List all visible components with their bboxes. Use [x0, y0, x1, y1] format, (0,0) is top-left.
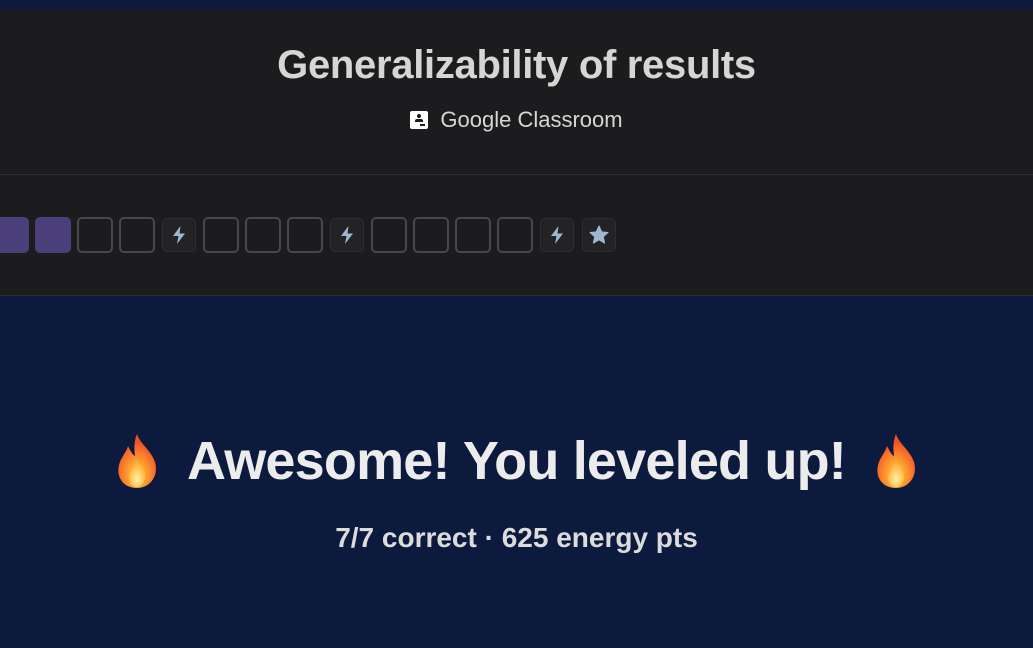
- progress-bar: [0, 175, 1033, 296]
- progress-cell-empty: [497, 217, 533, 253]
- progress-cell-empty: [287, 217, 323, 253]
- google-classroom-icon: [410, 111, 429, 129]
- progress-cell-mastery: [582, 218, 616, 252]
- star-icon: [589, 225, 609, 244]
- progress-cell-empty: [371, 217, 407, 253]
- fire-icon: [118, 434, 156, 488]
- progress-cell-complete: [0, 217, 29, 253]
- progress-cell-complete: [35, 217, 71, 253]
- google-classroom-link[interactable]: Google Classroom: [0, 107, 1033, 133]
- lightning-icon: [341, 226, 353, 244]
- result-panel: Awesome! You leveled up! 7/7 correct · 6…: [0, 296, 1033, 648]
- page-title: Generalizability of results: [277, 43, 756, 87]
- google-classroom-label: Google Classroom: [440, 107, 623, 132]
- progress-cell-energy: [330, 218, 364, 252]
- progress-cell-empty: [455, 217, 491, 253]
- progress-cell-empty: [203, 217, 239, 253]
- result-summary: 7/7 correct · 625 energy pts: [335, 522, 698, 553]
- progress-cell-empty: [413, 217, 449, 253]
- fire-icon: [877, 434, 915, 488]
- progress-cell-energy: [162, 218, 196, 252]
- lightning-icon: [551, 226, 563, 244]
- progress-cell-empty: [245, 217, 281, 253]
- top-strip: [0, 0, 1033, 9]
- progress-cell-energy: [540, 218, 574, 252]
- result-headline: Awesome! You leveled up!: [187, 431, 847, 491]
- progress-cell-empty: [119, 217, 155, 253]
- result-headline-row: Awesome! You leveled up!: [0, 430, 1033, 492]
- exercise-header: Generalizability of results Google Class…: [0, 9, 1033, 175]
- lightning-icon: [173, 226, 185, 244]
- progress-cell-empty: [77, 217, 113, 253]
